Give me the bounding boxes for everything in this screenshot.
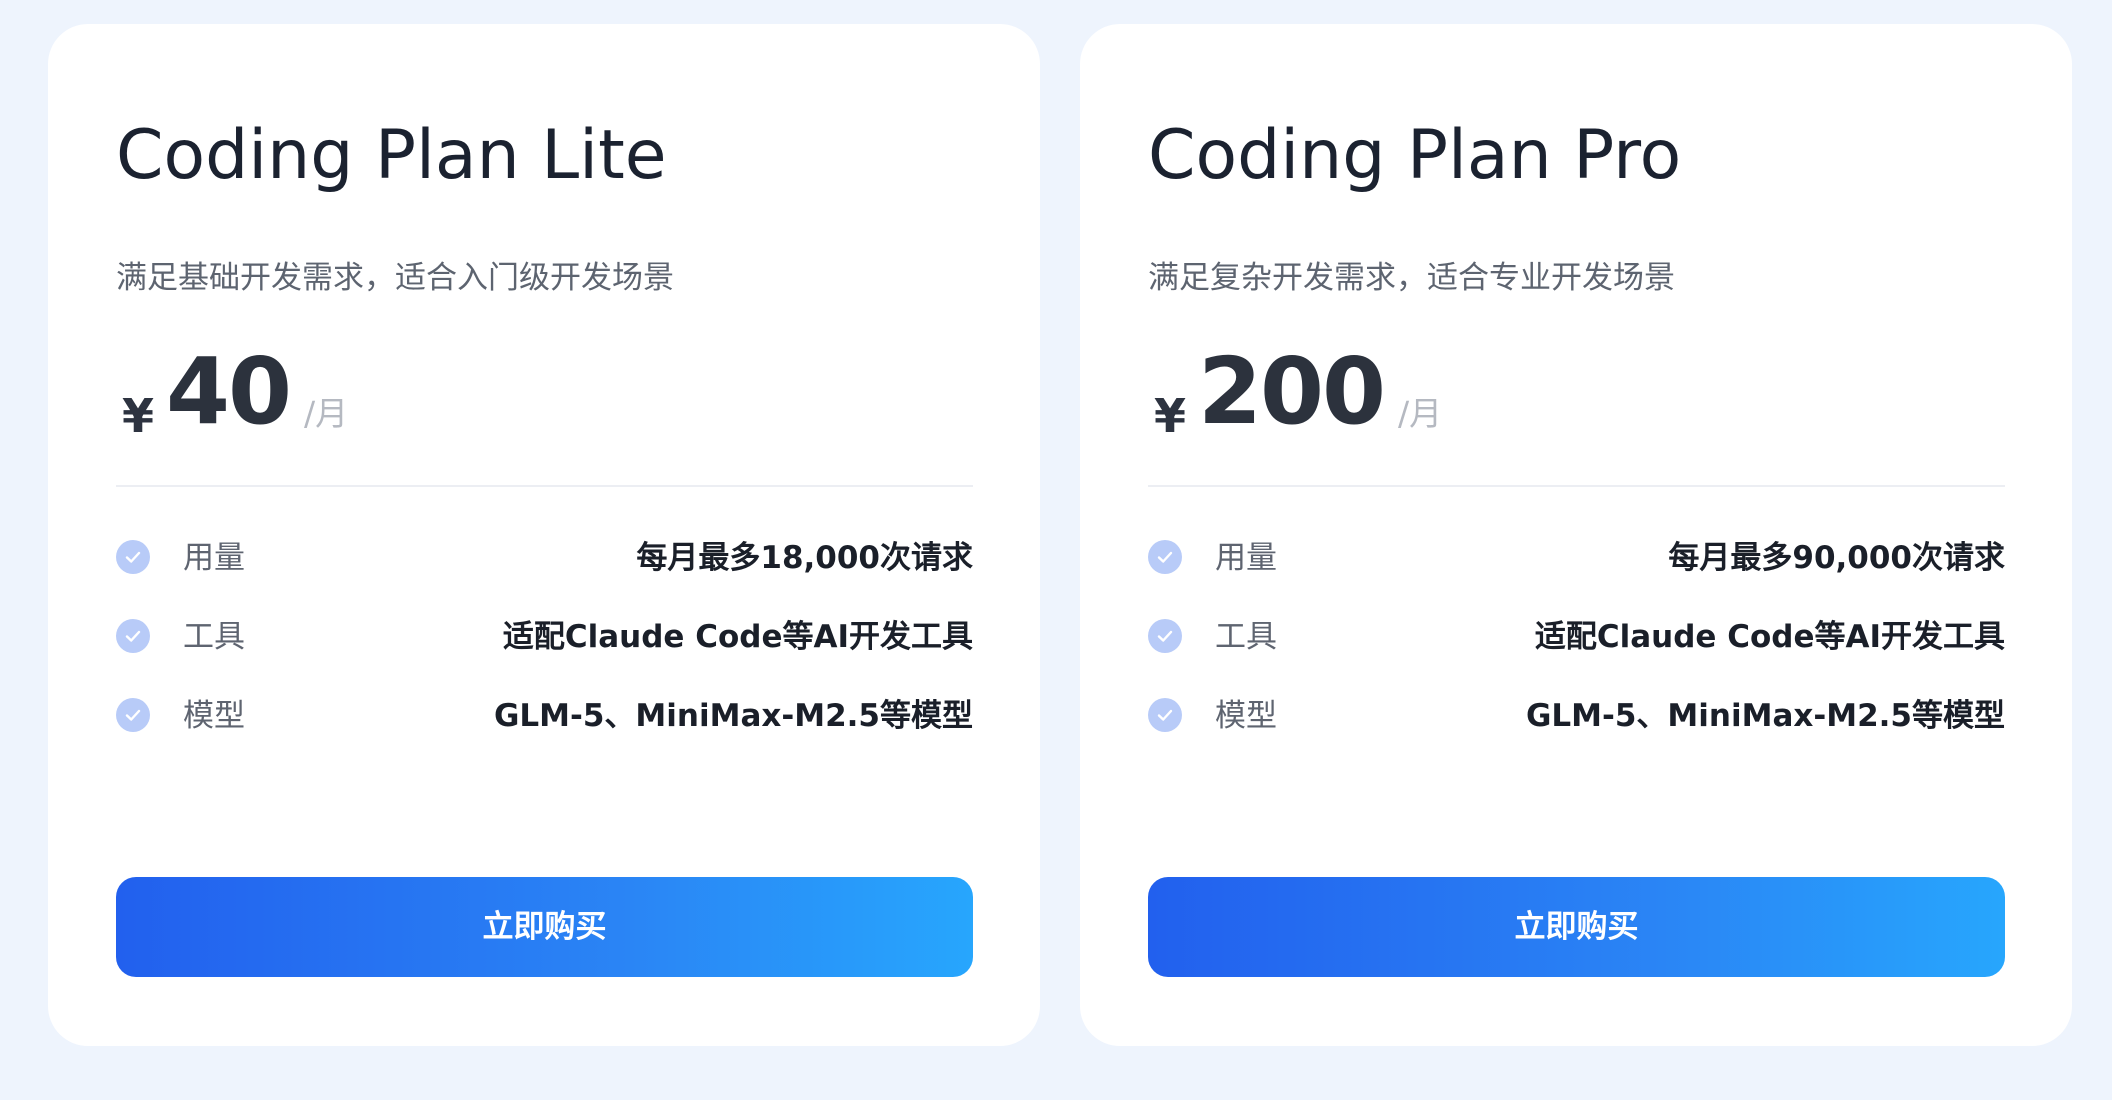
plan-description: 满足复杂开发需求，适合专业开发场景 xyxy=(1148,260,1675,296)
plan-card-pro: Coding Plan Pro 满足复杂开发需求，适合专业开发场景 ¥ 200 … xyxy=(1080,24,2072,1046)
check-circle-icon xyxy=(116,698,150,732)
buy-now-button[interactable]: 立即购买 xyxy=(1148,877,2005,977)
feature-label: 模型 xyxy=(1215,698,1277,734)
check-circle-icon xyxy=(1148,619,1182,653)
feature-list: 用量 每月最多18,000次请求 工具 适配Claude Code等AI开发工具… xyxy=(116,540,973,777)
price-period: /月 xyxy=(304,394,349,433)
plan-title: Coding Plan Lite xyxy=(116,116,667,195)
feature-list: 用量 每月最多90,000次请求 工具 适配Claude Code等AI开发工具… xyxy=(1148,540,2005,777)
feature-item-models: 模型 GLM-5、MiniMax-M2.5等模型 xyxy=(116,698,973,777)
feature-label: 用量 xyxy=(183,540,245,576)
divider xyxy=(1148,485,2005,487)
plan-title: Coding Plan Pro xyxy=(1148,116,1682,195)
feature-label: 工具 xyxy=(1215,619,1277,655)
feature-value: 每月最多18,000次请求 xyxy=(636,540,973,576)
feature-label: 模型 xyxy=(183,698,245,734)
price-amount: 40 xyxy=(166,338,292,445)
divider xyxy=(116,485,973,487)
feature-item-models: 模型 GLM-5、MiniMax-M2.5等模型 xyxy=(1148,698,2005,777)
feature-item-usage: 用量 每月最多18,000次请求 xyxy=(116,540,973,619)
currency-symbol: ¥ xyxy=(122,389,155,443)
currency-symbol: ¥ xyxy=(1154,389,1187,443)
feature-value: 适配Claude Code等AI开发工具 xyxy=(1534,619,2005,655)
price-amount: 200 xyxy=(1198,338,1386,445)
feature-value: 适配Claude Code等AI开发工具 xyxy=(502,619,973,655)
buy-now-button[interactable]: 立即购买 xyxy=(116,877,973,977)
plan-card-lite: Coding Plan Lite 满足基础开发需求，适合入门级开发场景 ¥ 40… xyxy=(48,24,1040,1046)
check-circle-icon xyxy=(1148,540,1182,574)
feature-value: GLM-5、MiniMax-M2.5等模型 xyxy=(493,698,973,734)
plan-description: 满足基础开发需求，适合入门级开发场景 xyxy=(116,260,674,296)
feature-label: 工具 xyxy=(183,619,245,655)
feature-value: 每月最多90,000次请求 xyxy=(1668,540,2005,576)
feature-label: 用量 xyxy=(1215,540,1277,576)
feature-item-usage: 用量 每月最多90,000次请求 xyxy=(1148,540,2005,619)
check-circle-icon xyxy=(116,540,150,574)
feature-value: GLM-5、MiniMax-M2.5等模型 xyxy=(1525,698,2005,734)
price-period: /月 xyxy=(1398,394,1443,433)
check-circle-icon xyxy=(116,619,150,653)
check-circle-icon xyxy=(1148,698,1182,732)
feature-item-tools: 工具 适配Claude Code等AI开发工具 xyxy=(1148,619,2005,698)
feature-item-tools: 工具 适配Claude Code等AI开发工具 xyxy=(116,619,973,698)
